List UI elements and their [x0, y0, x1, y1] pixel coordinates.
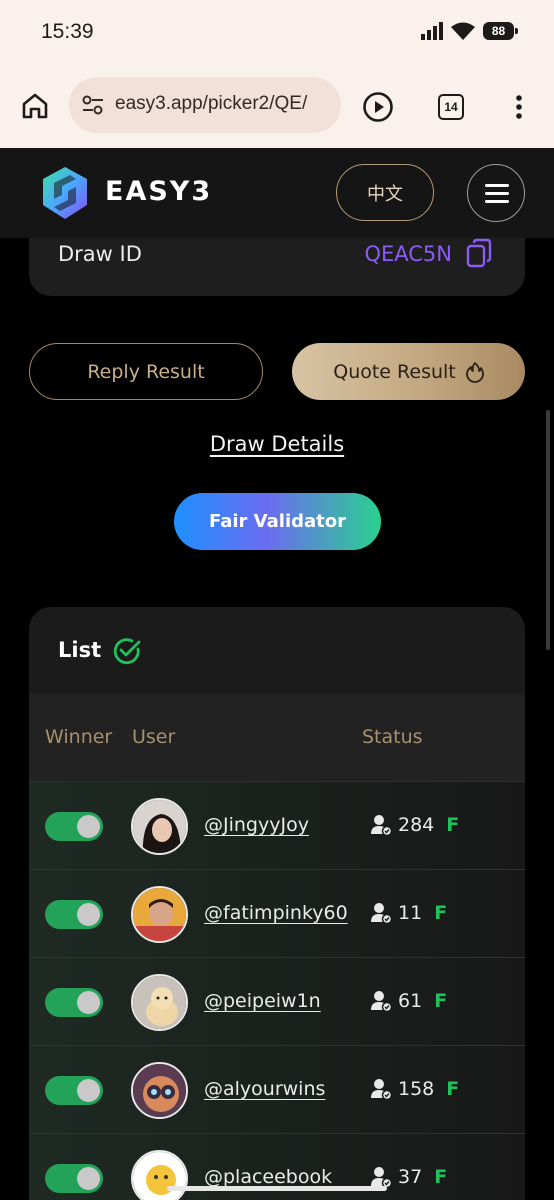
url-text: easy3.app/picker2/QE/	[115, 93, 308, 114]
list-title: List	[58, 638, 102, 662]
table-header: Winner User Status	[29, 694, 525, 782]
language-button[interactable]: 中文	[336, 164, 434, 221]
reply-result-button[interactable]: Reply Result	[29, 343, 263, 400]
avatar	[131, 1150, 188, 1200]
table-row: @alyourwins 158 F	[29, 1046, 525, 1134]
winner-toggle[interactable]	[45, 1076, 103, 1105]
avatar	[131, 974, 188, 1031]
list-card: List Winner User Status @JingyyJoy 284 F…	[29, 607, 525, 1200]
avatar	[131, 886, 188, 943]
user-handle-link[interactable]: @peipeiw1n	[204, 990, 321, 1012]
table-row: @fatimpinky60 11 F	[29, 870, 525, 958]
quote-result-button[interactable]: Quote Result	[292, 343, 525, 400]
quote-result-label: Quote Result	[333, 360, 456, 383]
status-cell: 37 F	[370, 1166, 447, 1188]
winner-toggle[interactable]	[45, 812, 103, 841]
status-cell: 11 F	[370, 902, 447, 924]
user-verified-icon	[371, 1167, 392, 1188]
status-cell: 284 F	[370, 814, 459, 836]
browser-toolbar: easy3.app/picker2/QE/ 14	[0, 66, 554, 148]
winner-toggle[interactable]	[45, 988, 103, 1017]
winner-toggle[interactable]	[45, 900, 103, 929]
user-verified-icon	[371, 903, 392, 924]
address-bar[interactable]: easy3.app/picker2/QE/	[69, 77, 341, 133]
follower-count: 11	[398, 902, 423, 924]
scrollbar[interactable]	[546, 410, 550, 650]
table-row: @peipeiw1n 61 F	[29, 958, 525, 1046]
draw-id-label: Draw ID	[58, 242, 142, 266]
fair-validator-button[interactable]: Fair Validator	[174, 493, 381, 550]
table-row: @JingyyJoy 284 F	[29, 782, 525, 870]
battery-level: 88	[491, 24, 506, 38]
follower-count: 284	[398, 814, 435, 836]
user-verified-icon	[371, 1079, 392, 1100]
status-badge: F	[434, 1166, 448, 1188]
brand-name: EASY3	[105, 176, 213, 207]
user-verified-icon	[371, 991, 392, 1012]
column-winner: Winner	[45, 726, 113, 748]
copy-icon[interactable]	[466, 238, 492, 268]
wifi-icon	[451, 22, 475, 40]
user-handle-link[interactable]: @placeebook	[204, 1166, 332, 1188]
status-badge: F	[446, 814, 460, 836]
follower-count: 37	[398, 1166, 423, 1188]
check-circle-icon	[113, 638, 141, 665]
status-cell: 158 F	[370, 1078, 459, 1100]
column-status: Status	[362, 726, 423, 748]
menu-icon-bar	[485, 184, 509, 187]
system-status-bar: 15:39 88	[0, 0, 554, 66]
gesture-nav-handle[interactable]	[167, 1186, 387, 1191]
fire-icon	[465, 361, 484, 383]
user-verified-icon	[371, 815, 392, 836]
language-label: 中文	[367, 183, 403, 205]
draw-details-link[interactable]: Draw Details	[0, 432, 554, 456]
status-cell: 61 F	[370, 990, 447, 1012]
winner-toggle[interactable]	[45, 1164, 103, 1193]
status-badge: F	[434, 902, 448, 924]
app-header: EASY3 中文	[0, 148, 554, 238]
play-icon[interactable]	[362, 91, 394, 123]
draw-details-label: Draw Details	[209, 432, 345, 456]
home-icon[interactable]	[20, 91, 50, 121]
tab-count: 14	[444, 100, 458, 114]
column-user: User	[132, 726, 176, 748]
menu-icon-bar	[485, 192, 509, 195]
fair-validator-label: Fair Validator	[208, 511, 346, 532]
follower-count: 158	[398, 1078, 435, 1100]
user-handle-link[interactable]: @alyourwins	[204, 1078, 325, 1100]
user-handle-link[interactable]: @fatimpinky60	[204, 902, 348, 924]
tune-icon[interactable]	[81, 94, 105, 116]
user-handle-link[interactable]: @JingyyJoy	[204, 814, 309, 836]
status-time: 15:39	[41, 20, 94, 43]
easy3-logo	[43, 167, 87, 219]
list-header: List	[29, 607, 525, 694]
status-badge: F	[446, 1078, 460, 1100]
follower-count: 61	[398, 990, 423, 1012]
menu-icon-bar	[485, 200, 509, 203]
signal-icon	[421, 22, 443, 40]
avatar	[131, 798, 188, 855]
avatar	[131, 1062, 188, 1119]
more-vert-icon[interactable]	[510, 94, 528, 120]
status-icons: 88	[421, 22, 518, 40]
tabs-icon[interactable]: 14	[438, 94, 464, 120]
status-badge: F	[434, 990, 448, 1012]
battery-icon: 88	[483, 22, 518, 40]
draw-id-value: QEAC5N	[364, 242, 452, 266]
reply-result-label: Reply Result	[87, 360, 205, 383]
menu-button[interactable]	[467, 164, 525, 222]
